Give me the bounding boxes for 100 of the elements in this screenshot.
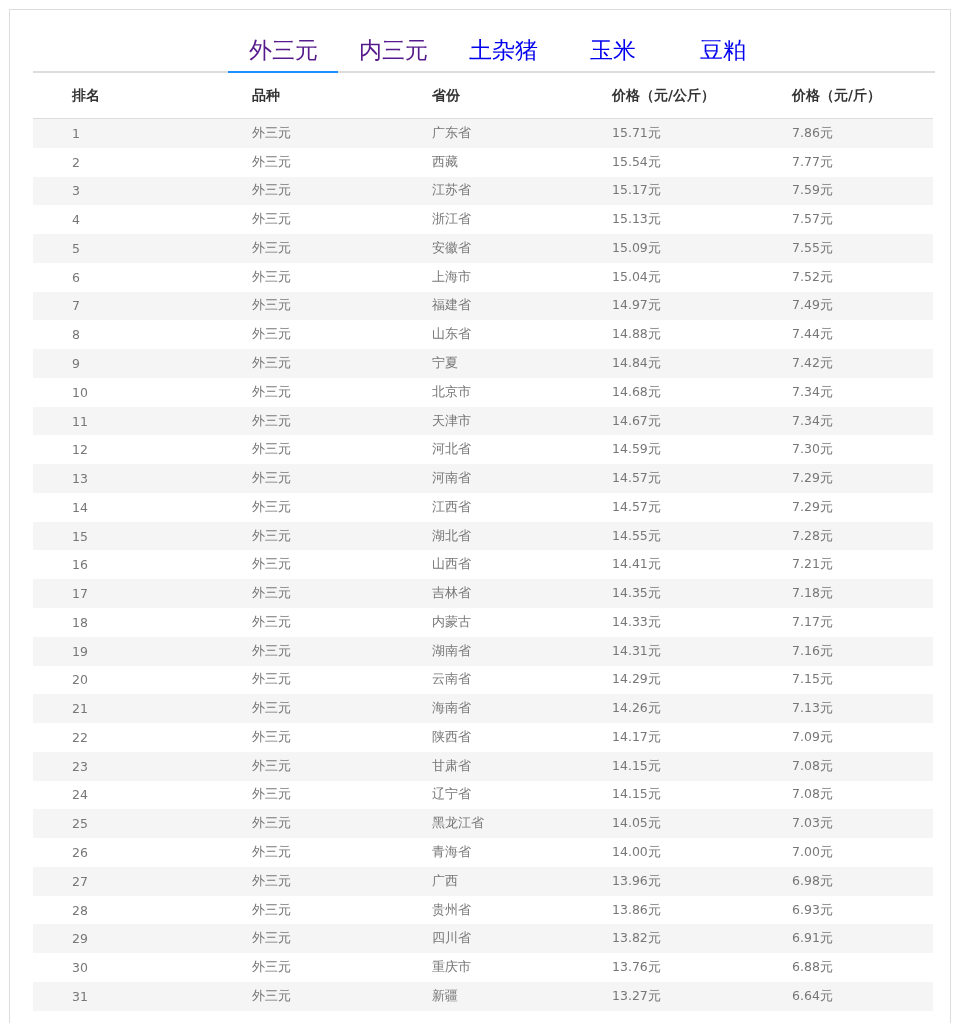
- table-cell-text: 25: [71, 816, 89, 832]
- table-cell-text: 外三元: [251, 239, 292, 257]
- table-cell-text: 外三元: [251, 355, 292, 372]
- table-cell-text: 甘肃省: [431, 757, 472, 775]
- table-cell-text: 17: [71, 586, 89, 602]
- table-cell-text: 外三元: [251, 671, 292, 689]
- table-cell-text: 14.29元: [611, 671, 662, 689]
- table-cell-text: 安徽省: [431, 239, 472, 257]
- table-cell-text: 外三元: [251, 211, 292, 229]
- table-cell-text: 14.41元: [611, 556, 662, 574]
- table-cell-text: 15.04元: [611, 268, 662, 286]
- table-cell-text: 外三元: [251, 412, 292, 430]
- table-cell-text: 18: [71, 614, 89, 630]
- table-cell-text: 13.96元: [611, 872, 662, 890]
- table-cell-text: 7.59元: [791, 182, 834, 200]
- table-cell-text: 13.76元: [611, 959, 662, 977]
- column-header: 排名: [71, 86, 101, 105]
- table-cell-text: 7.16元: [791, 642, 834, 660]
- table-cell-text: 7: [71, 298, 81, 314]
- table-cell-text: 北京市: [431, 383, 472, 401]
- table-cell-text: 湖南省: [431, 642, 472, 660]
- table-cell-text: 广西: [431, 872, 459, 890]
- table-cell-text: 13.27元: [611, 987, 662, 1005]
- table-cell-text: 7.28元: [791, 527, 834, 545]
- table-cell-text: 外三元: [251, 153, 292, 171]
- table-cell-text: 山西省: [431, 556, 472, 574]
- table-cell-text: 海南省: [431, 700, 472, 718]
- table-cell-text: 9: [71, 356, 81, 371]
- table-cell-text: 外三元: [251, 872, 292, 890]
- table-cell-text: 外三元: [251, 901, 292, 919]
- table-cell-text: 外三元: [251, 498, 292, 516]
- table-cell-text: 7.21元: [791, 556, 834, 574]
- table-cell-text: 8: [71, 327, 81, 343]
- table-cell-text: 外三元: [251, 326, 292, 344]
- table-cell-text: 外三元: [251, 268, 292, 286]
- table-cell-text: 6.93元: [791, 901, 834, 919]
- table-cell-text: 辽宁省: [431, 786, 472, 804]
- table-cell-text: 14.59元: [611, 441, 662, 459]
- table-cell-text: 13: [71, 471, 89, 487]
- table-cell-text: 外三元: [251, 642, 292, 660]
- table-cell-text: 7.34元: [791, 412, 834, 430]
- table-cell-text: 7.00元: [791, 844, 834, 861]
- table-cell-text: 7.34元: [791, 383, 834, 401]
- table-cell-text: 7.29元: [791, 470, 834, 488]
- tab[interactable]: 内三元: [338, 30, 448, 73]
- table-cell-text: 广东省: [431, 124, 472, 142]
- column-header: 价格（元/斤）: [790, 86, 882, 105]
- table-cell-text: 上海市: [431, 268, 472, 286]
- table-cell-text: 7.55元: [791, 239, 834, 257]
- table-cell-text: 西藏: [431, 153, 459, 171]
- table-cell-text: 外三元: [251, 815, 292, 833]
- table-cell-text: 外三元: [251, 930, 292, 948]
- table-cell-text: 河南省: [431, 470, 472, 488]
- tab[interactable]: 玉米: [558, 30, 668, 73]
- tab[interactable]: 豆粕: [668, 30, 778, 73]
- table-cell-text: 14.33元: [611, 613, 662, 631]
- table-cell-text: 6.88元: [791, 959, 834, 977]
- table-cell-text: 青海省: [431, 844, 472, 861]
- table-cell-text: 贵州省: [431, 901, 472, 919]
- table-cell-text: 山东省: [431, 326, 472, 344]
- table-cell-text: 14.35元: [611, 585, 662, 603]
- table-cell-text: 江苏省: [431, 182, 472, 200]
- table-cell-text: 湖北省: [431, 527, 472, 545]
- table-cell-text: 7.18元: [791, 585, 834, 603]
- table-cell-text: 7.08元: [791, 757, 834, 775]
- table-cell-text: 14.31元: [611, 642, 662, 660]
- table-cell-text: 外三元: [251, 383, 292, 401]
- table-cell-text: 外三元: [251, 987, 292, 1005]
- table-cell-text: 浙江省: [431, 211, 472, 229]
- table-cell-text: 外三元: [251, 786, 292, 804]
- table-cell-text: 7.42元: [791, 355, 834, 372]
- tab[interactable]: 土杂猪: [448, 30, 558, 73]
- table-cell-text: 河北省: [431, 441, 472, 459]
- table-cell-text: 陕西省: [431, 728, 472, 746]
- table-cell-text: 外三元: [251, 470, 292, 488]
- table-cell-text: 23: [71, 758, 89, 774]
- table-cell-text: 天津市: [431, 412, 472, 430]
- table-cell-text: 15.71元: [611, 124, 662, 142]
- table-cell-text: 14.55元: [611, 527, 662, 545]
- table-cell-text: 14.68元: [611, 383, 662, 401]
- table-cell-text: 21: [71, 701, 89, 717]
- table-cell-text: 内蒙古: [431, 613, 472, 631]
- table-cell-text: 14.57元: [611, 498, 662, 516]
- table-cell-text: 重庆市: [431, 959, 472, 977]
- table-cell-text: 12: [71, 442, 89, 458]
- table-cell-text: 26: [71, 845, 89, 860]
- table-cell-text: 3: [71, 183, 81, 199]
- table-cell-text: 14: [71, 499, 89, 515]
- column-header: 省份: [431, 86, 461, 105]
- table-cell-text: 福建省: [431, 297, 472, 315]
- table-cell-text: 14.84元: [611, 355, 662, 372]
- table-cell-text: 10: [71, 384, 89, 400]
- table-cell-text: 15.13元: [611, 211, 662, 229]
- table-cell-text: 外三元: [251, 124, 292, 142]
- table-cell-text: 7.57元: [791, 211, 834, 229]
- table-cell-text: 6.98元: [791, 872, 834, 890]
- table-cell-text: 14.57元: [611, 470, 662, 488]
- table-cell-text: 13.86元: [611, 901, 662, 919]
- table-cell-text: 2: [71, 154, 81, 170]
- table-cell-text: 14.67元: [611, 412, 662, 430]
